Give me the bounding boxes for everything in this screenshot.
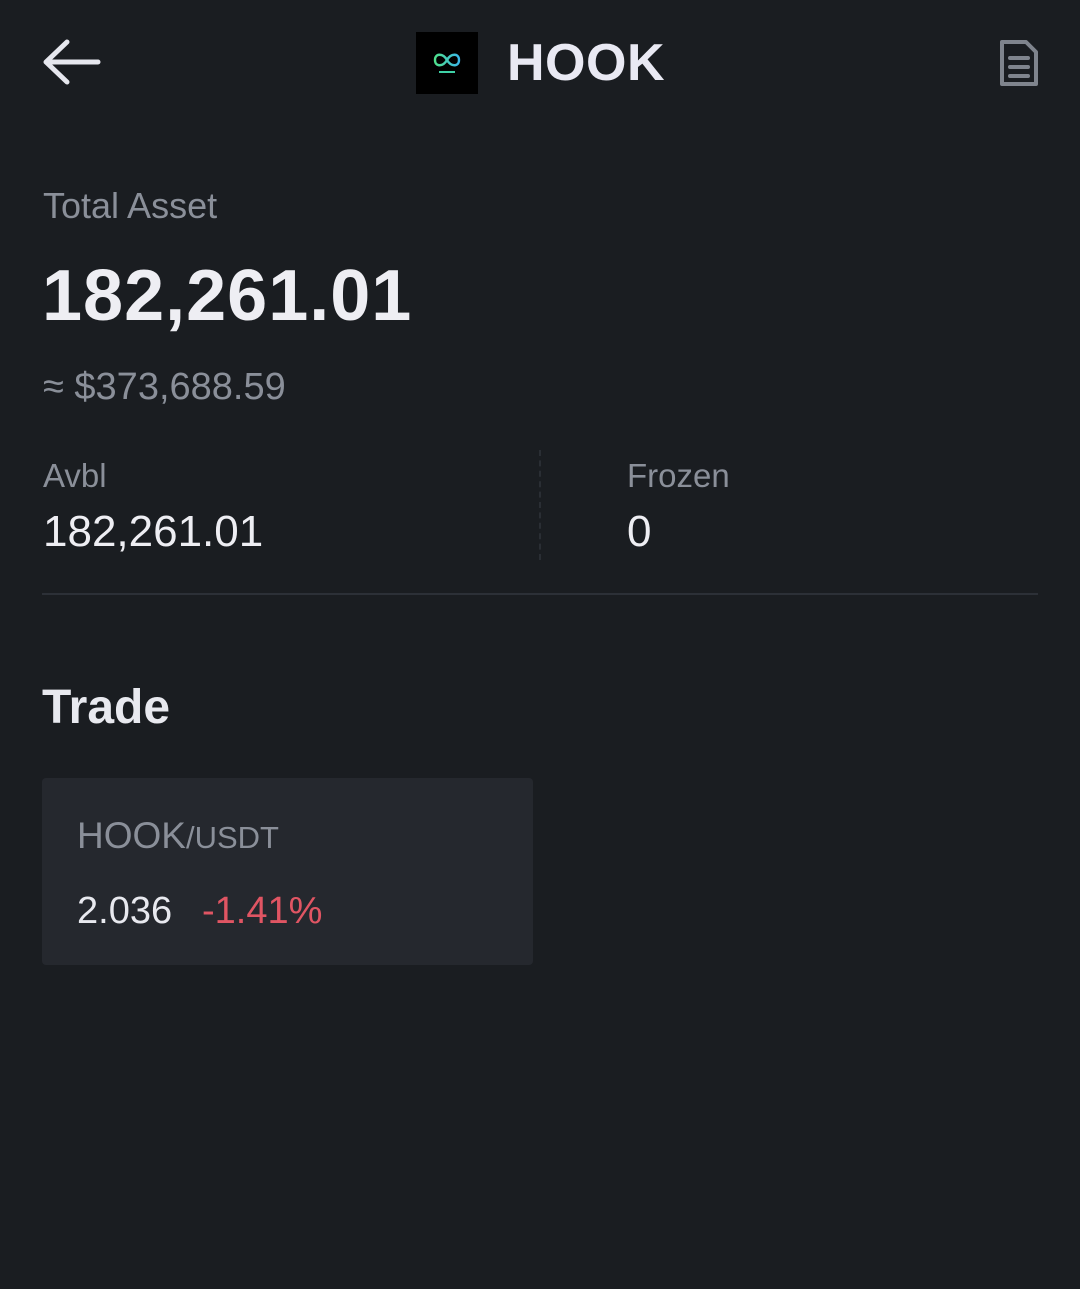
section-divider bbox=[42, 593, 1038, 595]
total-asset-value: 182,261.01 bbox=[42, 256, 413, 336]
total-asset-label: Total Asset bbox=[43, 185, 218, 226]
pair-quote: /USDT bbox=[185, 820, 279, 855]
records-button[interactable] bbox=[998, 38, 1040, 88]
available-value: 182,261.01 bbox=[43, 507, 264, 556]
pair-price: 2.036 bbox=[77, 890, 173, 932]
back-button[interactable] bbox=[40, 36, 102, 88]
page-title: HOOK bbox=[507, 34, 665, 92]
trading-pair: HOOK/USDT bbox=[77, 814, 279, 866]
trade-pair-card[interactable]: HOOK/USDT 2.036 -1.41% bbox=[42, 778, 533, 965]
pair-change: -1.41% bbox=[202, 890, 323, 932]
coin-logo bbox=[416, 32, 478, 94]
top-bar: HOOK bbox=[0, 0, 1080, 130]
column-divider bbox=[539, 450, 541, 560]
frozen-label: Frozen bbox=[627, 457, 730, 494]
document-icon bbox=[1000, 40, 1038, 86]
total-asset-usd: ≈ $373,688.59 bbox=[43, 366, 286, 408]
frozen-value: 0 bbox=[627, 507, 652, 556]
trade-section-title: Trade bbox=[42, 681, 171, 734]
available-label: Avbl bbox=[43, 457, 107, 494]
arrow-left-icon bbox=[43, 39, 101, 85]
hooked-logo-icon bbox=[433, 53, 461, 73]
pair-base: HOOK bbox=[77, 815, 186, 856]
